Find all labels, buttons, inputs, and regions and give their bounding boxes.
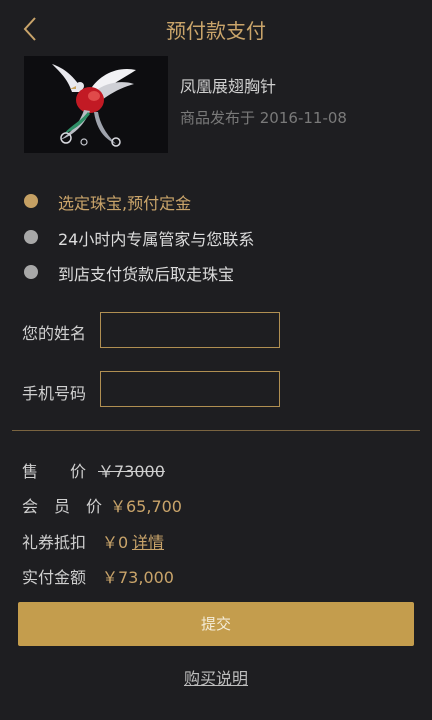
section-divider [12,430,420,431]
paid-amount-label: 实付金额 [22,568,87,587]
header: 预付款支付 [0,0,432,58]
member-price-value: ￥65,700 [110,497,182,516]
step-active-dot-icon [24,194,38,208]
coupon-label: 礼券抵扣 [22,533,87,552]
member-price-label: 会 员 价 [22,497,103,516]
paid-amount-value: ￥73,000 [102,568,174,587]
phone-field-label: 手机号码 [22,384,87,403]
step-dot-icon [24,230,38,244]
step-label: 24小时内专属管家与您联系 [58,230,255,249]
page-title: 预付款支付 [166,19,266,43]
name-field-label: 您的姓名 [22,324,87,343]
step-label: 到店支付货款后取走珠宝 [58,265,235,284]
name-input[interactable] [100,312,280,348]
step-dot-icon [24,265,38,279]
step-label: 选定珠宝,预付定金 [58,194,192,213]
product-name: 凤凰展翅胸针 [180,77,277,96]
product-image[interactable] [24,56,168,153]
coupon-details-link[interactable]: 详情 [132,529,164,553]
original-price: ￥73000 [98,462,165,481]
phone-input[interactable] [100,371,280,407]
purchase-instructions-link[interactable]: 购买说明 [0,665,432,689]
submit-button[interactable]: 提交 [18,602,414,646]
product-release-date: 商品发布于 2016-11-08 [180,109,347,127]
price-label: 售 价 [22,462,87,481]
coupon-value: ￥0 [102,533,129,552]
